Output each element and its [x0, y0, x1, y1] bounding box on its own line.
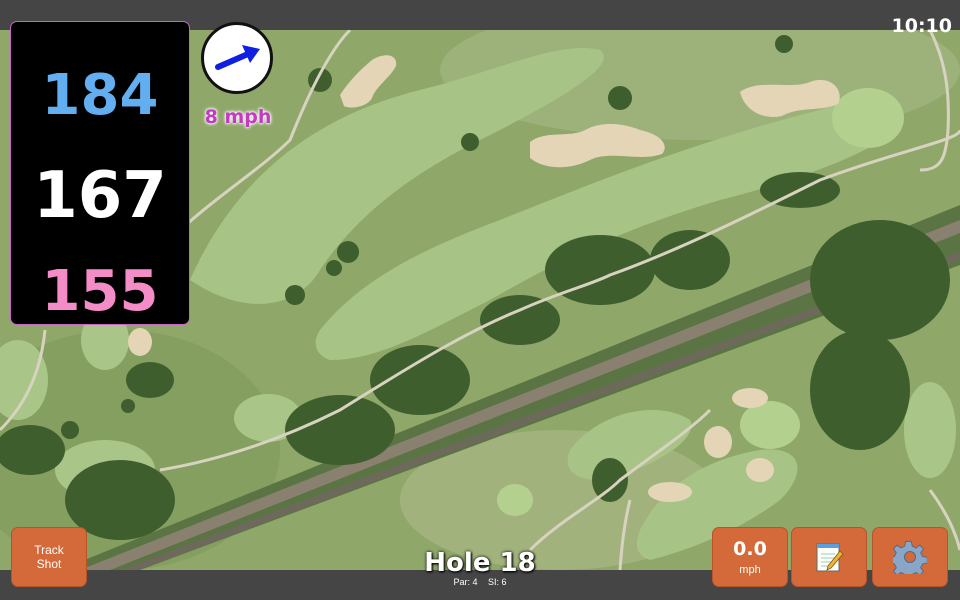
speed-button[interactable]: 0.0 mph — [713, 528, 787, 586]
distance-front: 155 — [41, 259, 159, 324]
track-shot-label-line2: Shot — [36, 557, 62, 571]
track-shot-button[interactable]: Track Shot — [12, 528, 86, 586]
distance-panel: 184 167 155 — [11, 22, 189, 324]
settings-button[interactable] — [873, 528, 947, 586]
status-time: 10:10 — [891, 15, 952, 37]
track-shot-label-line1: Track — [34, 543, 64, 557]
distance-middle: 167 — [33, 159, 167, 233]
speed-value: 0.0 — [733, 538, 767, 560]
hole-title: Hole 18 — [424, 548, 536, 578]
speed-unit: mph — [739, 564, 761, 576]
gear-icon — [893, 540, 927, 574]
wind-indicator — [201, 22, 273, 94]
hole-details: Par: 4 SI: 6 — [400, 577, 560, 587]
distance-back: 184 — [41, 63, 159, 128]
hole-par: Par: 4 — [453, 577, 478, 587]
wind-direction-arrow-icon — [215, 45, 260, 70]
wind-speed-label: 8 mph — [204, 106, 272, 128]
notepad-icon — [816, 543, 844, 572]
notes-button[interactable] — [792, 528, 866, 586]
hole-stroke-index: SI: 6 — [488, 577, 507, 587]
